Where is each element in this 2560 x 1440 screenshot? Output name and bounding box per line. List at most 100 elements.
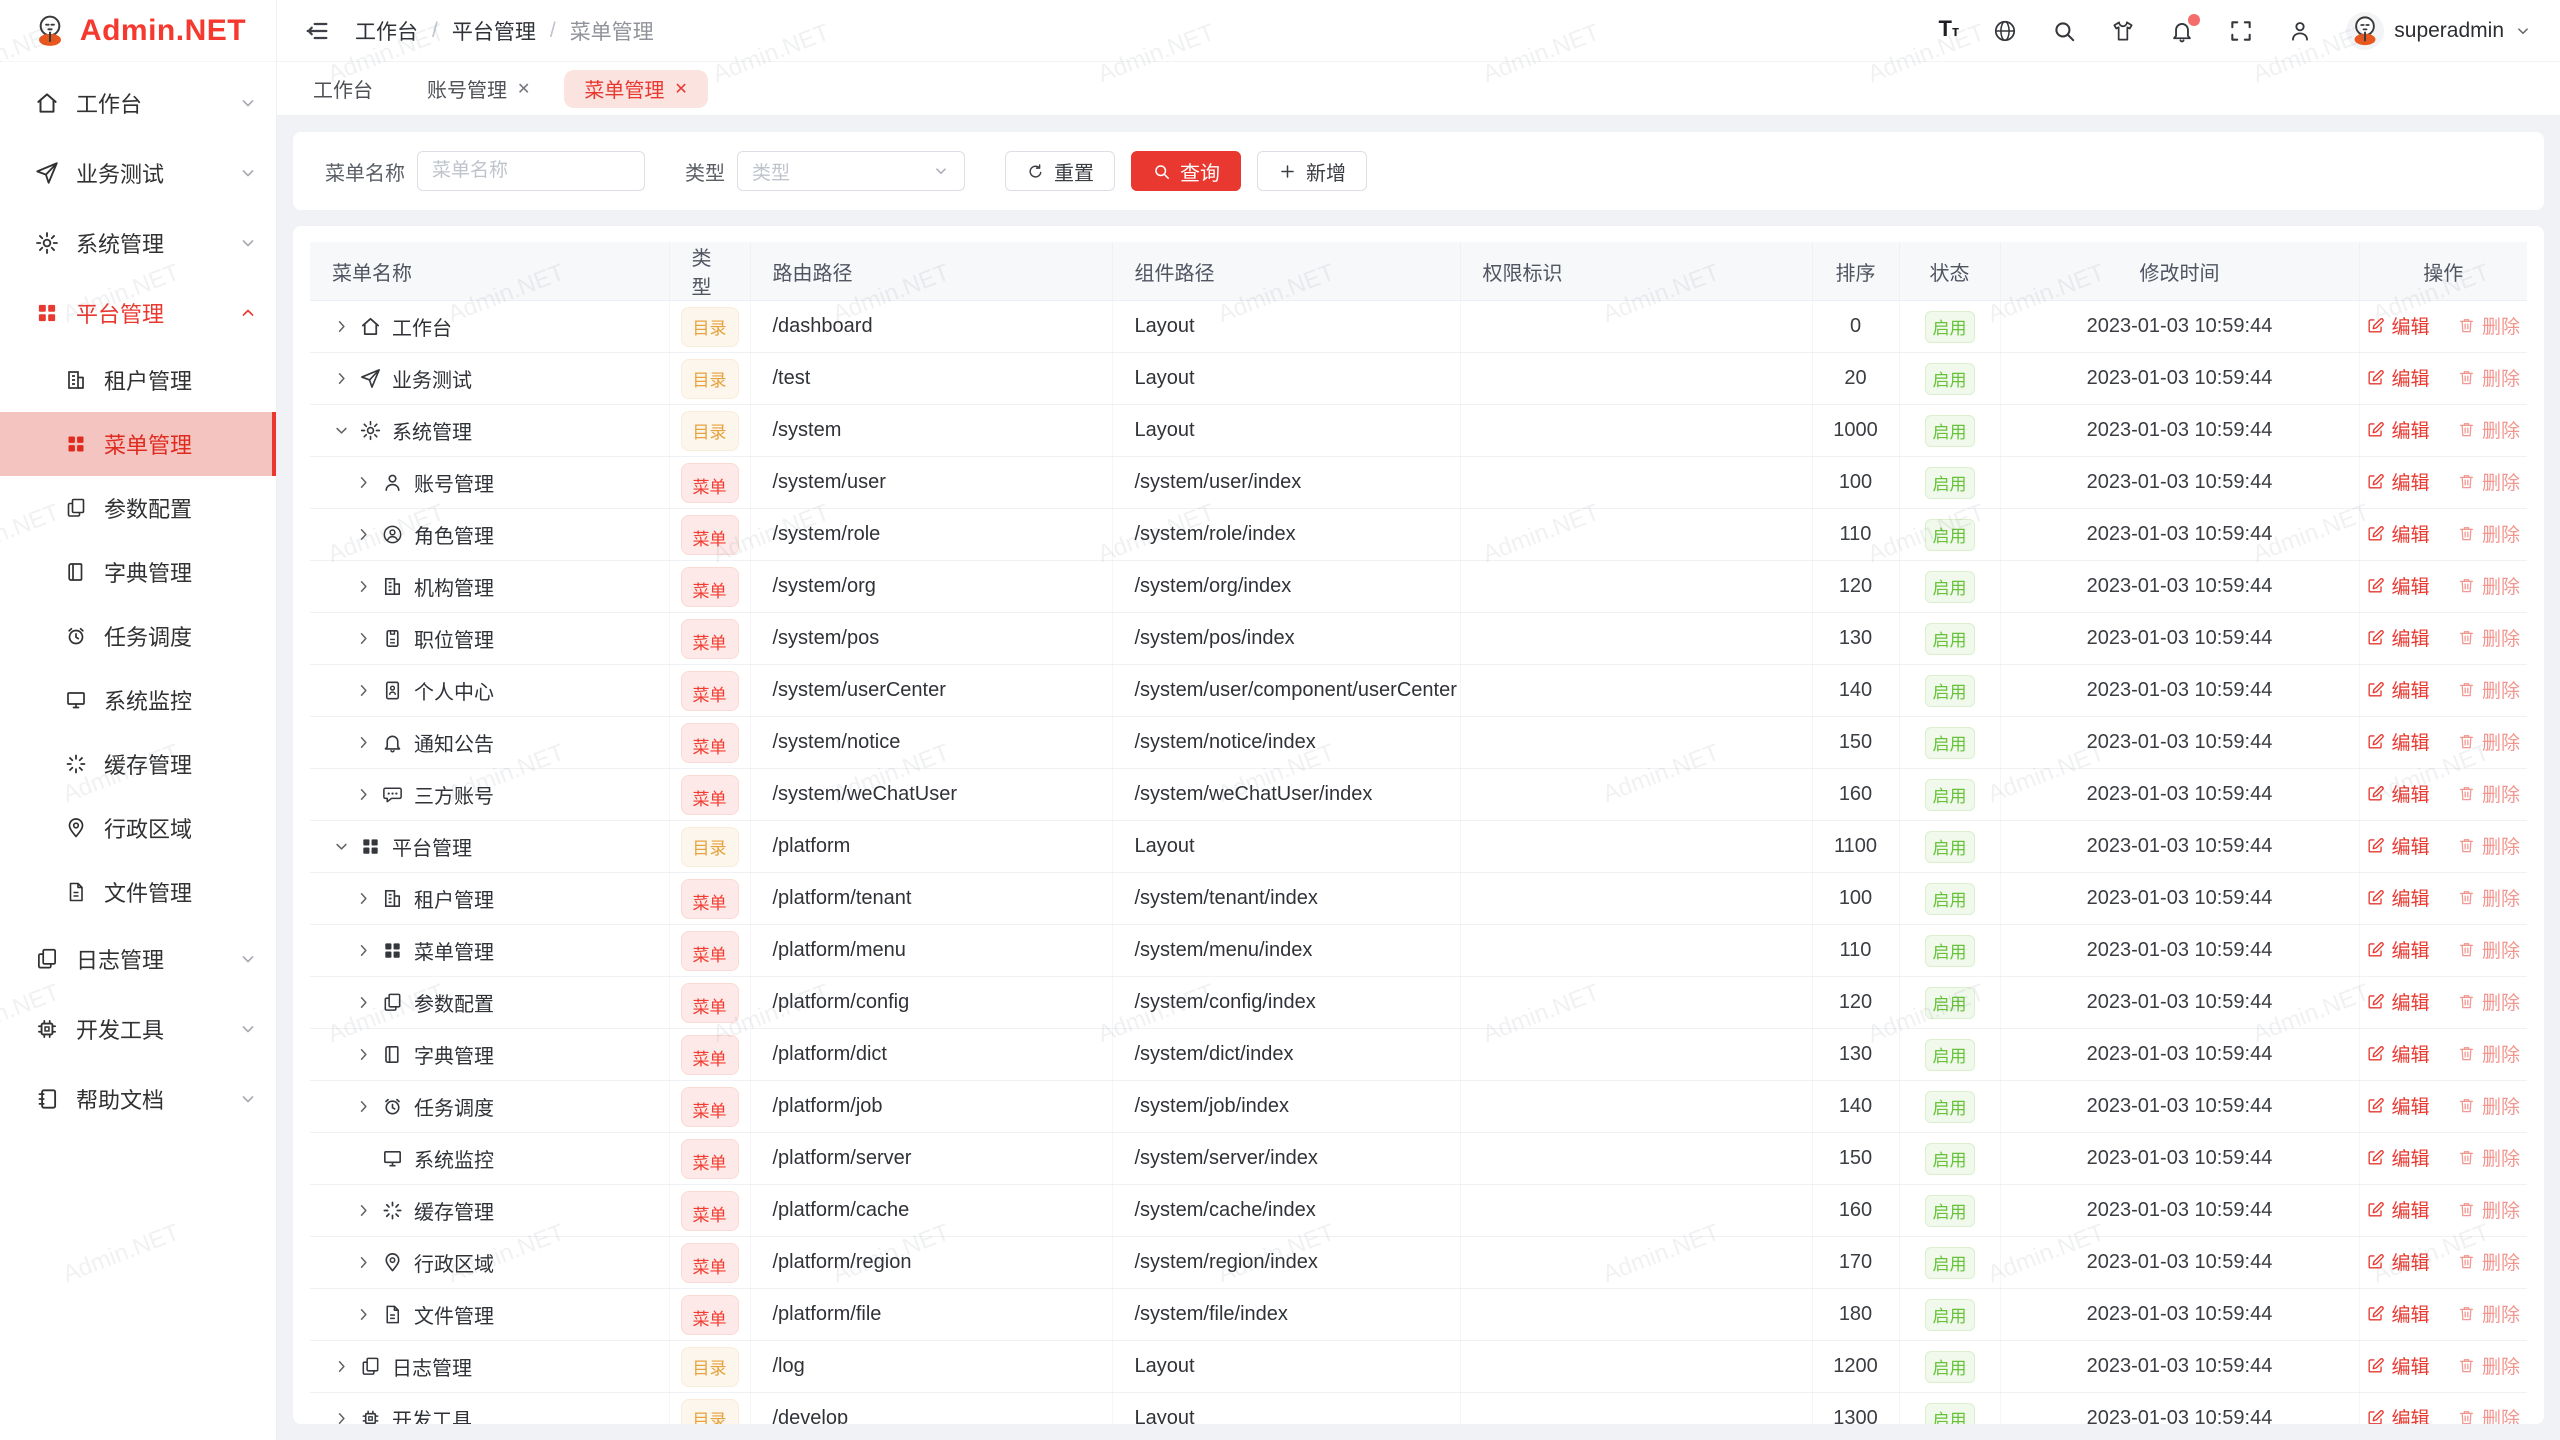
sidebar-item-12[interactable]: 文件管理 — [0, 860, 276, 924]
table-row[interactable]: 平台管理 目录 /platform Layout 1100 启用 2023-01… — [310, 821, 2527, 873]
table-row[interactable]: 职位管理 菜单 /system/pos /system/pos/index 13… — [310, 613, 2527, 665]
edit-button[interactable]: 编辑 — [2366, 1404, 2429, 1424]
delete-button[interactable]: 删除 — [2457, 1144, 2520, 1171]
edit-button[interactable]: 编辑 — [2366, 780, 2429, 807]
table-row[interactable]: 通知公告 菜单 /system/notice /system/notice/in… — [310, 717, 2527, 769]
sidebar-item-2[interactable]: 系统管理 — [0, 208, 276, 278]
sidebar-item-11[interactable]: 行政区域 — [0, 796, 276, 860]
fullscreen-icon[interactable] — [2228, 18, 2254, 44]
collapse-sidebar-icon[interactable] — [303, 17, 331, 45]
delete-button[interactable]: 删除 — [2457, 1196, 2520, 1223]
edit-button[interactable]: 编辑 — [2366, 1092, 2429, 1119]
edit-button[interactable]: 编辑 — [2366, 416, 2429, 443]
theme-icon[interactable] — [2110, 18, 2136, 44]
sidebar-item-15[interactable]: 帮助文档 — [0, 1064, 276, 1134]
edit-button[interactable]: 编辑 — [2366, 988, 2429, 1015]
delete-button[interactable]: 删除 — [2457, 312, 2520, 339]
search-icon[interactable] — [2051, 18, 2077, 44]
edit-button[interactable]: 编辑 — [2366, 624, 2429, 651]
delete-button[interactable]: 删除 — [2457, 1092, 2520, 1119]
edit-button[interactable]: 编辑 — [2366, 1040, 2429, 1067]
table-row[interactable]: 任务调度 菜单 /platform/job /system/job/index … — [310, 1081, 2527, 1133]
sidebar-item-8[interactable]: 任务调度 — [0, 604, 276, 668]
delete-button[interactable]: 删除 — [2457, 572, 2520, 599]
edit-button[interactable]: 编辑 — [2366, 1144, 2429, 1171]
delete-button[interactable]: 删除 — [2457, 416, 2520, 443]
delete-button[interactable]: 删除 — [2457, 1300, 2520, 1327]
delete-button[interactable]: 删除 — [2457, 1352, 2520, 1379]
table-row[interactable]: 个人中心 菜单 /system/userCenter /system/user/… — [310, 665, 2527, 717]
close-icon[interactable]: ✕ — [674, 79, 687, 99]
edit-button[interactable]: 编辑 — [2366, 884, 2429, 911]
delete-button[interactable]: 删除 — [2457, 728, 2520, 755]
delete-button[interactable]: 删除 — [2457, 676, 2520, 703]
search-button[interactable]: 查询 — [1131, 151, 1241, 191]
breadcrumb-item[interactable]: 工作台 — [355, 16, 418, 46]
edit-button[interactable]: 编辑 — [2366, 572, 2429, 599]
table-row[interactable]: 三方账号 菜单 /system/weChatUser /system/weCha… — [310, 769, 2527, 821]
edit-button[interactable]: 编辑 — [2366, 728, 2429, 755]
user-menu[interactable]: superadmin — [2346, 12, 2532, 50]
edit-button[interactable]: 编辑 — [2366, 468, 2429, 495]
edit-button[interactable]: 编辑 — [2366, 520, 2429, 547]
sidebar-item-13[interactable]: 日志管理 — [0, 924, 276, 994]
sidebar-item-0[interactable]: 工作台 — [0, 68, 276, 138]
table-row[interactable]: 租户管理 菜单 /platform/tenant /system/tenant/… — [310, 873, 2527, 925]
sidebar-item-10[interactable]: 缓存管理 — [0, 732, 276, 796]
language-icon[interactable] — [1992, 18, 2018, 44]
delete-button[interactable]: 删除 — [2457, 1248, 2520, 1275]
tab-2[interactable]: 菜单管理 ✕ — [564, 70, 707, 108]
delete-button[interactable]: 删除 — [2457, 624, 2520, 651]
edit-button[interactable]: 编辑 — [2366, 1248, 2429, 1275]
profile-icon[interactable] — [2287, 18, 2313, 44]
table-row[interactable]: 行政区域 菜单 /platform/region /system/region/… — [310, 1237, 2527, 1289]
edit-button[interactable]: 编辑 — [2366, 936, 2429, 963]
table-row[interactable]: 系统监控 菜单 /platform/server /system/server/… — [310, 1133, 2527, 1185]
breadcrumb-item[interactable]: 平台管理 — [452, 16, 536, 46]
tab-0[interactable]: 工作台 — [293, 70, 393, 108]
delete-button[interactable]: 删除 — [2457, 1040, 2520, 1067]
edit-button[interactable]: 编辑 — [2366, 676, 2429, 703]
table-row[interactable]: 字典管理 菜单 /platform/dict /system/dict/inde… — [310, 1029, 2527, 1081]
delete-button[interactable]: 删除 — [2457, 1404, 2520, 1424]
table-row[interactable]: 账号管理 菜单 /system/user /system/user/index … — [310, 457, 2527, 509]
edit-button[interactable]: 编辑 — [2366, 1196, 2429, 1223]
reset-button[interactable]: 重置 — [1005, 151, 1115, 191]
edit-button[interactable]: 编辑 — [2366, 1352, 2429, 1379]
table-row[interactable]: 文件管理 菜单 /platform/file /system/file/inde… — [310, 1289, 2527, 1341]
notification-icon[interactable] — [2169, 18, 2195, 44]
delete-button[interactable]: 删除 — [2457, 468, 2520, 495]
table-row[interactable]: 菜单管理 菜单 /platform/menu /system/menu/inde… — [310, 925, 2527, 977]
edit-button[interactable]: 编辑 — [2366, 832, 2429, 859]
delete-button[interactable]: 删除 — [2457, 884, 2520, 911]
sidebar-item-6[interactable]: 参数配置 — [0, 476, 276, 540]
sidebar-item-1[interactable]: 业务测试 — [0, 138, 276, 208]
font-size-icon[interactable]: Tт — [1938, 16, 1959, 45]
edit-button[interactable]: 编辑 — [2366, 364, 2429, 391]
table-row[interactable]: 工作台 目录 /dashboard Layout 0 启用 2023-01-03… — [310, 301, 2527, 353]
sidebar-item-14[interactable]: 开发工具 — [0, 994, 276, 1064]
sidebar-item-3[interactable]: 平台管理 — [0, 278, 276, 348]
tab-1[interactable]: 账号管理 ✕ — [407, 70, 550, 108]
delete-button[interactable]: 删除 — [2457, 364, 2520, 391]
sidebar-item-7[interactable]: 字典管理 — [0, 540, 276, 604]
delete-button[interactable]: 删除 — [2457, 832, 2520, 859]
edit-button[interactable]: 编辑 — [2366, 312, 2429, 339]
table-row[interactable]: 参数配置 菜单 /platform/config /system/config/… — [310, 977, 2527, 1029]
delete-button[interactable]: 删除 — [2457, 520, 2520, 547]
table-row[interactable]: 开发工具 目录 /develop Layout 1300 启用 2023-01-… — [310, 1393, 2527, 1425]
table-row[interactable]: 角色管理 菜单 /system/role /system/role/index … — [310, 509, 2527, 561]
table-row[interactable]: 机构管理 菜单 /system/org /system/org/index 12… — [310, 561, 2527, 613]
delete-button[interactable]: 删除 — [2457, 936, 2520, 963]
sidebar-item-4[interactable]: 租户管理 — [0, 348, 276, 412]
delete-button[interactable]: 删除 — [2457, 780, 2520, 807]
type-filter-select[interactable]: 类型 — [737, 151, 965, 191]
add-button[interactable]: 新增 — [1257, 151, 1367, 191]
table-row[interactable]: 日志管理 目录 /log Layout 1200 启用 2023-01-03 1… — [310, 1341, 2527, 1393]
sidebar-item-9[interactable]: 系统监控 — [0, 668, 276, 732]
edit-button[interactable]: 编辑 — [2366, 1300, 2429, 1327]
table-row[interactable]: 缓存管理 菜单 /platform/cache /system/cache/in… — [310, 1185, 2527, 1237]
close-icon[interactable]: ✕ — [517, 79, 530, 99]
table-row[interactable]: 业务测试 目录 /test Layout 20 启用 2023-01-03 10… — [310, 353, 2527, 405]
delete-button[interactable]: 删除 — [2457, 988, 2520, 1015]
